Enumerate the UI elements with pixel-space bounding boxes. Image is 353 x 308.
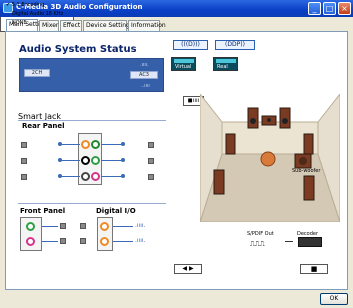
decoder-icon — [298, 237, 322, 247]
front-jack-green[interactable] — [26, 222, 35, 231]
wire — [101, 160, 123, 161]
spdif-out-label: S/PDIF Out — [247, 231, 274, 237]
tab-effect[interactable]: Effect — [60, 20, 82, 31]
maximize-button[interactable]: □ — [323, 2, 336, 15]
tab-device-setting[interactable]: Device Setting — [83, 20, 130, 31]
jack-grey[interactable] — [81, 172, 90, 181]
ok-button[interactable]: OK — [320, 293, 348, 305]
speaker-test-button[interactable]: ◀ ▶ — [174, 264, 202, 274]
front-jack-pink[interactable] — [26, 237, 35, 246]
jack-orange[interactable] — [81, 140, 90, 149]
menu-item-none[interactable]: NONE — [12, 20, 27, 26]
divider — [18, 120, 166, 121]
arrow-line — [285, 241, 293, 242]
status-display: 2CH .ıııı. AC3 ..ıııı — [19, 58, 164, 92]
plug-icon — [21, 174, 27, 180]
wire — [101, 176, 123, 177]
left-speaker[interactable] — [225, 133, 236, 155]
real-mode-button[interactable]: Real — [213, 57, 238, 71]
menu-item-5-1-encoding[interactable]: ✔ 5.1 Encoding — [6, 2, 44, 8]
level-bars-icon: ..ıııı — [141, 83, 150, 89]
jack-green[interactable] — [91, 140, 100, 149]
stop-button[interactable]: ■ — [300, 264, 328, 274]
channel-display: 2CH — [24, 69, 50, 77]
wire — [42, 241, 58, 242]
wire-dot — [121, 158, 125, 162]
spdif-signal-icon: ⎍⎍⎍ — [250, 240, 265, 248]
plug-icon — [60, 238, 66, 244]
plug-icon — [148, 142, 154, 148]
plug-icon — [80, 223, 86, 229]
spdif-out-jack[interactable] — [100, 222, 109, 231]
wire-dot — [58, 174, 62, 178]
close-button[interactable]: × — [338, 2, 351, 15]
digital-io-label: Digital I/O — [96, 207, 136, 215]
wire-dot — [58, 158, 62, 162]
wire — [42, 226, 58, 227]
format-display: AC3 — [130, 71, 158, 79]
wire — [113, 226, 133, 227]
subwoofer-label: Sub-woofer — [292, 168, 321, 174]
right-speaker[interactable] — [303, 133, 314, 155]
virtual-mode-button[interactable]: Virtual — [171, 57, 196, 71]
jack-black[interactable] — [81, 156, 90, 165]
tab-mixer[interactable]: Mixer — [39, 20, 59, 31]
wire-dot — [58, 142, 62, 146]
virtual-mode-label: Virtual — [175, 64, 192, 70]
wire — [60, 160, 80, 161]
wire-dot — [121, 142, 125, 146]
wire — [60, 144, 80, 145]
meter-bars-icon: .ıııı. — [140, 62, 149, 68]
plug-icon — [148, 174, 154, 180]
plug-icon — [21, 158, 27, 164]
subwoofer-speaker[interactable] — [294, 153, 312, 169]
tab-information[interactable]: Information — [128, 20, 166, 31]
speaker-room-view[interactable]: Sub-woofer — [200, 94, 340, 222]
divider — [18, 203, 166, 204]
front-right-speaker[interactable] — [279, 107, 291, 129]
virtual-bar-icon — [174, 59, 194, 63]
menu-item-digital-audio[interactable]: Digital Audio 16 KHz — [12, 11, 63, 17]
rear-right-speaker[interactable] — [303, 175, 315, 201]
plug-icon — [80, 238, 86, 244]
spdif-wave-icon: .ıııı. — [135, 222, 146, 229]
minimize-button[interactable]: _ — [308, 2, 321, 15]
wire — [60, 176, 80, 177]
real-bar-icon — [216, 59, 236, 63]
audio-status-title: Audio System Status — [19, 44, 137, 55]
listener-head-icon[interactable] — [260, 151, 276, 167]
center-speaker[interactable] — [261, 115, 277, 126]
spdif-in-jack[interactable] — [100, 237, 109, 246]
spdif-wave-icon: .ıııı. — [135, 237, 146, 244]
real-mode-label: Real — [217, 64, 228, 70]
front-left-speaker[interactable] — [247, 107, 259, 129]
wire-dot — [121, 174, 125, 178]
dolby-button[interactable]: (((D))) — [173, 40, 208, 50]
rear-panel-label: Rear Panel — [22, 122, 65, 130]
jack-green-2[interactable] — [91, 156, 100, 165]
rear-left-speaker[interactable] — [213, 169, 225, 195]
wire — [101, 144, 123, 145]
front-panel-label: Front Panel — [20, 207, 66, 215]
plug-icon — [21, 142, 27, 148]
wire — [113, 241, 133, 242]
plug-icon — [60, 223, 66, 229]
plug-icon — [148, 158, 154, 164]
jack-pink[interactable] — [91, 172, 100, 181]
ddp-button[interactable]: (DDP)) — [215, 40, 255, 50]
